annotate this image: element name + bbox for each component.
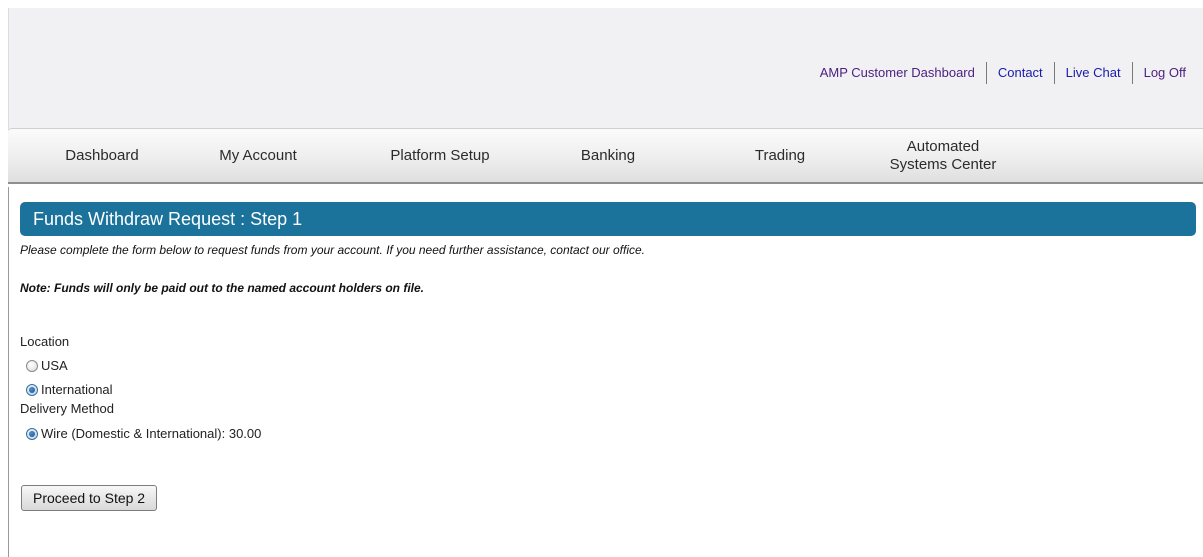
location-option-label: USA (41, 358, 68, 373)
nav-item-label: Trading (754, 147, 806, 164)
location-option-international[interactable]: International (26, 382, 113, 397)
note-text: Note: Funds will only be paid out to the… (20, 281, 425, 295)
location-option-label: International (41, 382, 113, 397)
nav-item-label: My Account (219, 147, 297, 164)
delivery-method-label: Delivery Method (20, 401, 114, 416)
top-header: AMP Customer Dashboard Contact Live Chat… (8, 8, 1203, 130)
link-live-chat[interactable]: Live Chat (1055, 62, 1132, 84)
nav-item-banking[interactable]: Banking (548, 129, 668, 183)
nav-item-label: Dashboard (65, 147, 139, 164)
location-label: Location (20, 334, 70, 349)
top-links: AMP Customer Dashboard Contact Live Chat… (809, 62, 1203, 84)
nav-item-label-line2: Systems Center (889, 156, 997, 173)
nav-item-label: Platform Setup (390, 147, 490, 164)
nav-item-label: Banking (580, 147, 636, 164)
nav-item-automated-systems-center[interactable]: Automated Systems Center (868, 129, 1018, 183)
nav-item-trading[interactable]: Trading (720, 129, 840, 183)
page-title: Funds Withdraw Request : Step 1 (20, 202, 1196, 236)
radio-international[interactable] (26, 383, 38, 396)
link-contact[interactable]: Contact (987, 62, 1054, 84)
location-option-usa[interactable]: USA (26, 358, 68, 373)
link-log-off[interactable]: Log Off (1133, 62, 1203, 84)
delivery-option-label: Wire (Domestic & International): 30.00 (41, 426, 262, 441)
proceed-to-step-2-button[interactable]: Proceed to Step 2 (21, 485, 158, 511)
main-nav: Dashboard My Account Platform Setup Bank… (8, 128, 1203, 184)
link-amp-customer-dashboard[interactable]: AMP Customer Dashboard (809, 62, 986, 84)
radio-usa[interactable] (26, 359, 38, 372)
nav-item-label-line1: Automated (906, 138, 980, 155)
nav-item-my-account[interactable]: My Account (198, 129, 318, 183)
delivery-option-wire[interactable]: Wire (Domestic & International): 30.00 (26, 426, 261, 441)
nav-item-dashboard[interactable]: Dashboard (42, 129, 162, 183)
nav-item-platform-setup[interactable]: Platform Setup (370, 129, 510, 183)
left-rule (8, 187, 9, 557)
intro-text: Please complete the form below to reques… (20, 243, 645, 257)
radio-wire[interactable] (26, 427, 38, 440)
